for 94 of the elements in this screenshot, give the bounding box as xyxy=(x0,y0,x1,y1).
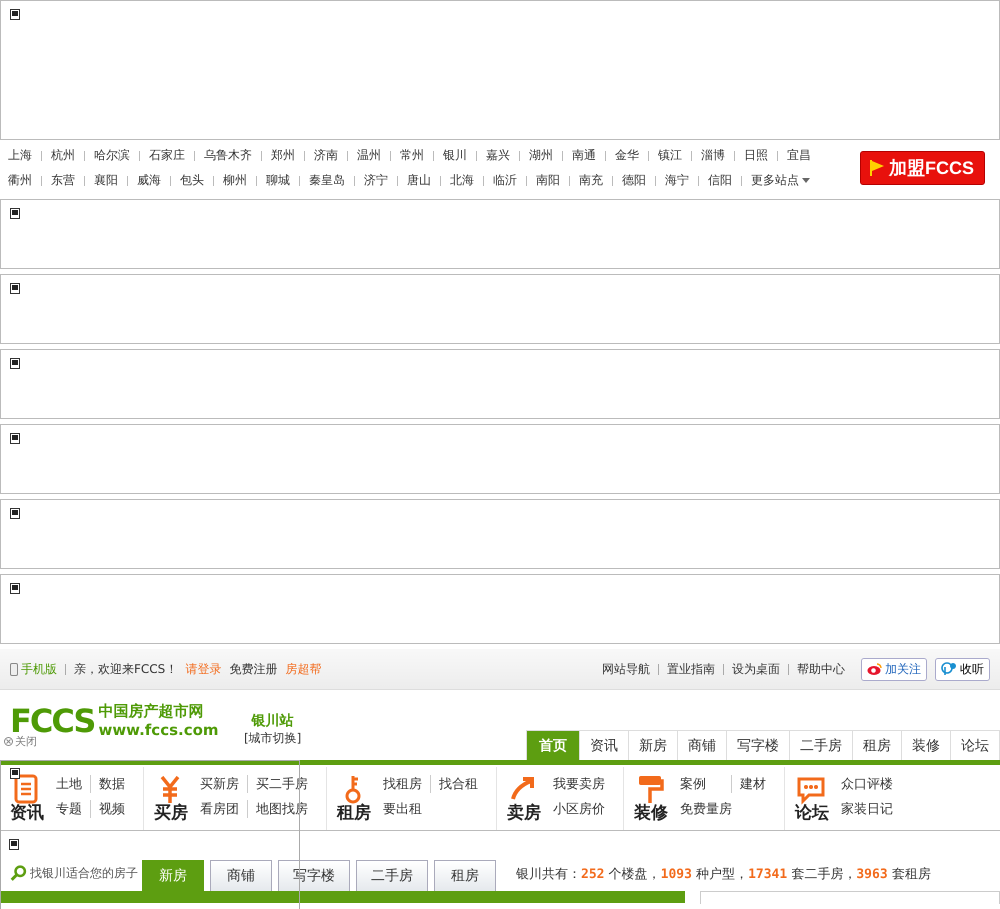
city-link[interactable]: 襄阳 xyxy=(94,172,118,189)
category-link[interactable]: 要出租 xyxy=(383,800,439,818)
city-link[interactable]: 石家庄 xyxy=(149,147,185,164)
search-icon xyxy=(10,863,27,883)
city-link[interactable]: 上海 xyxy=(8,147,32,164)
phone-icon xyxy=(10,662,18,676)
category-link[interactable]: 视频 xyxy=(99,800,133,818)
city-link[interactable]: 金华 xyxy=(615,147,639,164)
follow-button[interactable]: 加关注 xyxy=(861,658,927,680)
category-title[interactable]: 装修 xyxy=(634,801,668,824)
city-link[interactable]: 镇江 xyxy=(658,147,682,164)
eye-icon xyxy=(867,663,882,675)
city-link[interactable]: 银川 xyxy=(443,147,467,164)
category-link[interactable]: 买新房 xyxy=(200,775,248,793)
plugin-icon xyxy=(10,283,20,294)
welcome-text: 亲，欢迎来FCCS！ xyxy=(74,660,178,678)
plugin-icon xyxy=(10,208,20,219)
city-link[interactable]: 济南 xyxy=(314,147,338,164)
category-link[interactable]: 土地 xyxy=(56,775,91,793)
city-link[interactable]: 杭州 xyxy=(51,147,75,164)
join-button[interactable]: 加盟FCCS xyxy=(860,151,985,185)
category-title[interactable]: 卖房 xyxy=(507,801,541,824)
city-link[interactable]: 北海 xyxy=(450,172,474,189)
city-link[interactable]: 德阳 xyxy=(622,172,646,189)
category-link[interactable]: 我要卖房 xyxy=(553,775,613,793)
plugin-icon xyxy=(10,9,20,20)
register-link[interactable]: 免费注册 xyxy=(229,660,278,678)
city-link[interactable]: 郑州 xyxy=(271,147,295,164)
category-link[interactable]: 找合租 xyxy=(439,775,486,793)
city-link[interactable]: 威海 xyxy=(137,172,161,189)
top-link[interactable]: 帮助中心 xyxy=(797,660,845,678)
city-link[interactable]: 嘉兴 xyxy=(486,147,510,164)
flag-icon xyxy=(869,159,885,177)
category-link[interactable]: 案例 xyxy=(680,775,732,793)
city-link[interactable]: 常州 xyxy=(400,147,424,164)
top-link[interactable]: 设为桌面 xyxy=(732,660,780,678)
switch-city-link[interactable]: [城市切换] xyxy=(244,730,302,747)
city-link[interactable]: 淄博 xyxy=(701,147,725,164)
category-link[interactable]: 看房团 xyxy=(200,800,248,818)
category-link[interactable]: 家装日记 xyxy=(841,800,901,818)
category-link[interactable]: 专题 xyxy=(56,800,91,818)
close-icon xyxy=(4,737,13,746)
category-title[interactable]: 论坛 xyxy=(795,801,829,824)
stats-text: 银川共有：252 个楼盘，1093 种户型，17341 套二手房，3963 套租房 xyxy=(516,866,931,883)
top-link[interactable]: 置业指南 xyxy=(667,660,715,678)
city-link[interactable]: 日照 xyxy=(744,147,768,164)
search-tab[interactable]: 二手房 xyxy=(356,860,428,891)
speech-icon xyxy=(941,662,957,676)
city-link[interactable]: 南充 xyxy=(579,172,603,189)
city-link[interactable]: 南阳 xyxy=(536,172,560,189)
city-link[interactable]: 衢州 xyxy=(8,172,32,189)
city-link[interactable]: 济宁 xyxy=(364,172,388,189)
caret-icon xyxy=(802,178,810,183)
category-link[interactable]: 免费量房 xyxy=(680,800,740,818)
logo-name: 中国房产超市网 xyxy=(98,702,204,721)
plugin-icon xyxy=(10,433,20,444)
search-tab[interactable]: 租房 xyxy=(434,860,496,891)
top-link[interactable]: 网站导航 xyxy=(602,660,650,678)
category-link[interactable]: 数据 xyxy=(99,775,133,793)
plugin-icon xyxy=(10,358,20,369)
city-link[interactable]: 秦皇岛 xyxy=(309,172,345,189)
category-title[interactable]: 资讯 xyxy=(10,801,44,824)
search-field[interactable]: 找银川适合您的房子 xyxy=(10,863,142,883)
category-link[interactable]: 找租房 xyxy=(383,775,431,793)
city-link[interactable]: 温州 xyxy=(357,147,381,164)
city-link[interactable]: 东营 xyxy=(51,172,75,189)
search-tab[interactable]: 商铺 xyxy=(210,860,272,891)
category-link[interactable]: 小区房价 xyxy=(553,800,613,818)
more-sites-link[interactable]: 更多站点 xyxy=(751,172,810,189)
plugin-icon xyxy=(10,768,20,779)
city-link[interactable]: 柳州 xyxy=(223,172,247,189)
category-link[interactable]: 建材 xyxy=(740,775,774,793)
city-link[interactable]: 南通 xyxy=(572,147,596,164)
category-link[interactable]: 众口评楼 xyxy=(841,775,901,793)
plugin-icon xyxy=(10,583,20,594)
city-link[interactable]: 聊城 xyxy=(266,172,290,189)
plugin-icon xyxy=(10,508,20,519)
city-link[interactable]: 宜昌 xyxy=(787,147,811,164)
plugin-icon xyxy=(9,839,19,850)
city-link[interactable]: 唐山 xyxy=(407,172,431,189)
city-link[interactable]: 包头 xyxy=(180,172,204,189)
city-link[interactable]: 临沂 xyxy=(493,172,517,189)
category-title[interactable]: 租房 xyxy=(337,801,371,824)
logo-mark[interactable]: FCCS xyxy=(10,704,94,736)
close-link[interactable]: 关闭 xyxy=(4,734,37,749)
category-title[interactable]: 买房 xyxy=(154,801,188,824)
city-link[interactable]: 哈尔滨 xyxy=(94,147,130,164)
city-link[interactable]: 海宁 xyxy=(665,172,689,189)
city-link[interactable]: 湖州 xyxy=(529,147,553,164)
logo-url: www.fccs.com xyxy=(98,721,219,739)
city-link[interactable]: 乌鲁木齐 xyxy=(204,147,252,164)
listen-button[interactable]: 收听 xyxy=(935,658,990,680)
station-name: 银川站 xyxy=(252,712,294,730)
city-link[interactable]: 信阳 xyxy=(708,172,732,189)
